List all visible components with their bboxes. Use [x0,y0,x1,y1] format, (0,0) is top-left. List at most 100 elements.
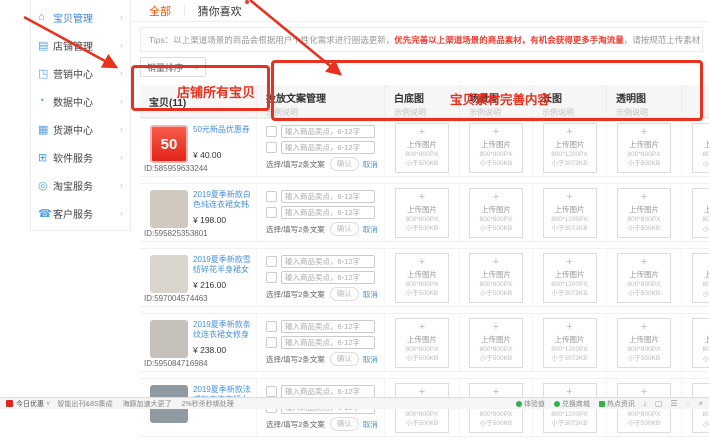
confirm-button[interactable]: 确认 [330,222,359,236]
sidebar-item[interactable]: ☎ 客户服务 › [31,199,130,227]
upload-image-button[interactable]: + 上传图片 800*800PX 小于500KB [617,188,671,238]
product-icon: ⌂ [38,11,53,23]
selling-point-input[interactable]: 输入商品卖点，6-12字 [281,190,375,203]
upload-image-button[interactable]: + 上传图片 800*800PX 小于500KB [692,123,709,173]
tab-all[interactable]: 全部 [149,3,171,19]
selling-point-checkbox[interactable] [266,321,277,332]
header-image-sub[interactable]: 示例说明 [616,107,681,118]
selling-point-checkbox[interactable] [266,191,277,202]
upload-image-button[interactable]: + 上传图片 800*800PX 小于500KB [395,188,449,238]
product-thumbnail[interactable]: 50 [150,125,188,163]
selling-point-input[interactable]: 输入商品卖点，6-12字 [281,141,375,154]
upload-image-button[interactable]: + 上传图片 800*800PX 小于500KB [617,253,671,303]
chevron-down-icon[interactable]: ∨ [46,400,50,407]
product-title-link[interactable]: 50元新品优惠券 [193,125,253,146]
upload-image-button[interactable]: + 上传图片 800*800PX 小于500KB [617,318,671,368]
selling-point-input[interactable]: 输入商品卖点，6-12字 [281,271,375,284]
upload-size-spec: 800*800PX [406,411,439,419]
confirm-button[interactable]: 确认 [330,287,359,301]
header-image-sub[interactable]: 示例说明 [542,107,606,118]
header-image-sub[interactable]: 示例说明 [394,107,459,118]
sidebar-item[interactable]: ◔ 数据中心 › [31,87,130,115]
sidebar-item[interactable]: ⌂ 宝贝管理 › [31,3,130,31]
selling-point-checkbox[interactable] [266,207,277,218]
cancel-button[interactable]: 取消 [363,224,378,235]
cancel-button[interactable]: 取消 [363,419,378,430]
sidebar-item-label: 店铺管理 [53,38,93,53]
plus-icon: + [566,322,572,333]
product-thumbnail[interactable] [150,255,188,293]
header-image-column: 长图 示例说明 [533,85,607,117]
bottom-bar-item[interactable]: 兑换商城 [554,399,590,409]
upload-cell: + 上传图片 800*800PX 小于500KB [682,119,709,176]
product-thumbnail[interactable] [150,190,188,228]
copywriting-cell: 输入商品卖点，6-12字 输入商品卖点，6-12字 选择/填写2条文案 确认 取… [257,184,385,241]
product-title-link[interactable]: 2019夏季新款白色纯连衣裙女韩版短袖T恤中长款 [193,190,253,211]
tab-guess-you-like[interactable]: 猜你喜欢 [198,3,242,19]
sidebar-item[interactable]: ▦ 货源中心 › [31,115,130,143]
sidebar-item[interactable]: ▤ 店铺管理 › [31,31,130,59]
upload-image-button[interactable]: + 上传图片 800*800PX 小于500KB [692,318,709,368]
upload-size-spec: 800*800PX [480,411,513,419]
bottom-bar-tool-icon[interactable]: × [698,399,703,408]
confirm-button[interactable]: 确认 [330,417,359,431]
plus-icon: + [419,322,425,333]
header-image-sub[interactable]: 示例说明 [469,107,532,118]
product-thumbnail[interactable] [150,320,188,358]
selling-point-checkbox[interactable] [266,386,277,397]
header-copywriting: 投放文案管理 示例说明 [257,85,385,117]
sidebar-item[interactable]: ◳ 营销中心 › [31,59,130,87]
bottom-bar-tool-icon[interactable]: ◌ [686,399,691,408]
upload-image-button[interactable]: + 上传图片 800*800PX 小于500KB [395,123,449,173]
sidebar-item[interactable]: ⊞ 软件服务 › [31,143,130,171]
upload-image-button[interactable]: + 上传图片 800*1200PX 小于3072KB [543,188,597,238]
selling-point-input[interactable]: 输入商品卖点，6-12字 [281,255,375,268]
selling-point-checkbox[interactable] [266,126,277,137]
upload-image-button[interactable]: + 上传图片 800*800PX 小于500KB [692,253,709,303]
upload-image-button[interactable]: + 上传图片 800*800PX 小于500KB [469,253,523,303]
upload-image-button[interactable]: + 上传图片 800*1200PX 小于3072KB [543,123,597,173]
selling-point-input[interactable]: 输入商品卖点，6-12字 [281,320,375,333]
selling-point-checkbox[interactable] [266,272,277,283]
tips-detail-link[interactable]: 查看详情> [702,34,703,46]
upload-image-button[interactable]: + 上传图片 800*800PX 小于500KB [617,123,671,173]
sidebar-item[interactable]: ◎ 淘宝服务 › [31,171,130,199]
upload-label: 上传图片 [629,269,659,280]
bottom-bar-tool-icon[interactable]: ▢ [655,399,663,408]
selling-point-input[interactable]: 输入商品卖点，6-12字 [281,206,375,219]
cancel-button[interactable]: 取消 [363,289,378,300]
cancel-button[interactable]: 取消 [363,159,378,170]
software-icon: ⊞ [38,151,53,164]
upload-image-button[interactable]: + 上传图片 800*800PX 小于500KB [469,318,523,368]
product-price: ¥ 198.00 [193,215,226,225]
upload-cell: + 上传图片 800*800PX 小于500KB [460,119,533,176]
selling-point-checkbox[interactable] [266,337,277,348]
promo-label[interactable]: 今日优惠 [16,399,44,409]
bottom-bar-tool-icon[interactable]: ☰ [670,399,677,408]
upload-image-button[interactable]: + 上传图片 800*1200PX 小于3072KB [543,253,597,303]
selling-point-checkbox[interactable] [266,142,277,153]
confirm-button[interactable]: 确认 [330,352,359,366]
upload-image-button[interactable]: + 上传图片 800*800PX 小于500KB [469,188,523,238]
selling-point-input[interactable]: 输入商品卖点，6-12字 [281,336,375,349]
cancel-button[interactable]: 取消 [363,354,378,365]
upload-image-button[interactable]: + 上传图片 800*800PX 小于500KB [469,123,523,173]
upload-image-button[interactable]: + 上传图片 800*1200PX 小于3072KB [543,318,597,368]
product-title-link[interactable]: 2019夏季新款雪纺碎花半身裙女中长款韩版白 [193,255,253,276]
plus-icon: + [493,257,499,268]
bottom-bar-item[interactable]: 体验值 [516,399,545,409]
selling-point-checkbox[interactable] [266,256,277,267]
upload-cell: + 上传图片 800*800PX 小于500KB [460,314,533,371]
selling-point-input[interactable]: 输入商品卖点，6-12字 [281,125,375,138]
upload-image-button[interactable]: + 上传图片 800*800PX 小于500KB [395,318,449,368]
bottom-bar-tool-icon[interactable]: ↓ [643,399,647,408]
product-id: ID:597004574463 [144,294,208,303]
bottom-bar-item[interactable]: 热点资讯 [599,399,635,409]
confirm-button[interactable]: 确认 [330,157,359,171]
upload-label: 上传图片 [629,139,659,150]
sort-dropdown[interactable]: 销量排序 ∨ [140,57,206,77]
upload-image-button[interactable]: + 上传图片 800*800PX 小于500KB [692,188,709,238]
upload-filesize-spec: 小于3072KB [551,355,587,363]
product-title-link[interactable]: 2019夏季新款条纹连衣裙女修身显瘦小众网红 [193,320,253,341]
upload-image-button[interactable]: + 上传图片 800*800PX 小于500KB [395,253,449,303]
